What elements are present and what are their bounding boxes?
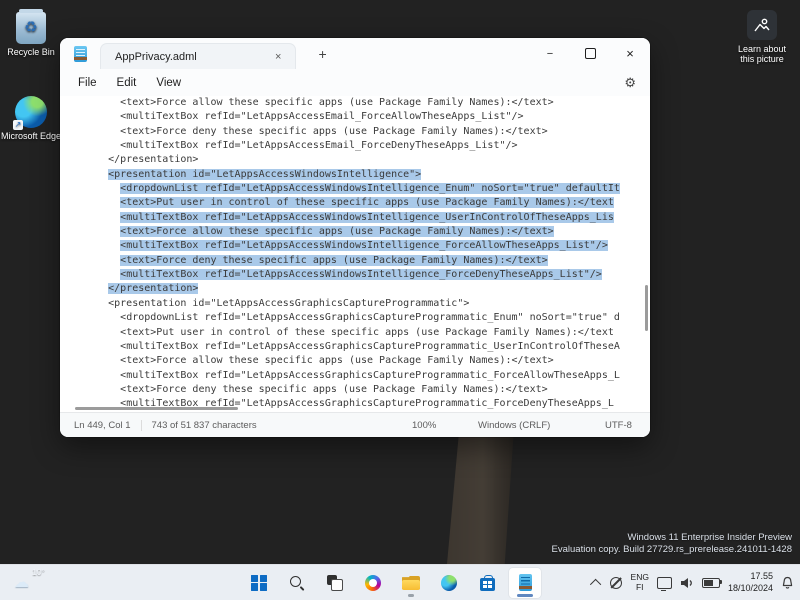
notepad-taskbar-button[interactable]	[509, 568, 541, 598]
learn-label-line2: this picture	[740, 54, 784, 64]
close-button[interactable]: ×	[610, 38, 650, 69]
recycle-bin-icon: ♻	[16, 12, 46, 44]
status-line-ending[interactable]: Windows (CRLF)	[478, 413, 550, 437]
code-line[interactable]: <presentation id="LetAppsAccessWindowsIn…	[72, 168, 644, 182]
task-view-icon	[327, 575, 343, 591]
wallpaper-pier	[293, 428, 561, 565]
language-indicator[interactable]: ENG FI	[631, 573, 649, 593]
running-indicator	[408, 594, 414, 597]
copilot-icon	[365, 575, 381, 591]
code-line[interactable]: <multiTextBox refId="LetAppsAccessEmail_…	[72, 110, 644, 124]
temperature-label: 10°	[32, 567, 45, 577]
clock-date: 18/10/2024	[728, 583, 773, 593]
clock-time: 17.55	[750, 571, 773, 581]
volume-icon[interactable]	[680, 577, 694, 589]
code-line[interactable]: <multiTextBox refId="LetAppsAccessWindow…	[72, 239, 644, 253]
recycle-bin-label: Recycle Bin	[7, 47, 55, 57]
maximize-icon	[585, 48, 596, 59]
language-line2: FI	[636, 582, 644, 592]
task-view-button[interactable]	[319, 568, 351, 598]
vertical-scrollbar[interactable]	[645, 285, 648, 331]
menu-edit[interactable]: Edit	[107, 73, 147, 93]
code-line[interactable]: <text>Force deny these specific apps (us…	[72, 254, 644, 268]
notepad-icon	[519, 574, 532, 591]
text-editor-area[interactable]: <text>Force allow these specific apps (u…	[60, 96, 644, 412]
display-icon[interactable]	[657, 577, 672, 589]
tab-close-icon[interactable]: ×	[271, 50, 285, 64]
new-tab-button[interactable]: +	[310, 44, 334, 64]
status-cursor-position: Ln 449, Col 1	[74, 420, 131, 431]
edge-icon: ↗	[15, 96, 47, 128]
notepad-titlebar[interactable]: AppPrivacy.adml × + − ×	[60, 38, 650, 69]
code-line[interactable]: <text>Force deny these specific apps (us…	[72, 383, 644, 397]
code-line[interactable]: <multiTextBox refId="LetAppsAccessGraphi…	[72, 340, 644, 354]
desktop-icon-learn-about-picture[interactable]: Learn about this picture	[726, 10, 798, 65]
minimize-button[interactable]: −	[530, 38, 570, 69]
status-zoom-level[interactable]: 100%	[412, 413, 436, 437]
learn-label-line1: Learn about	[738, 44, 786, 54]
taskbar: 10° ☁	[0, 564, 800, 600]
watermark-line2: Evaluation copy. Build 27729.rs_prerelea…	[552, 544, 792, 556]
code-line[interactable]: <multiTextBox refId="LetAppsAccessWindow…	[72, 211, 644, 225]
code-line[interactable]: <text>Put user in control of these speci…	[72, 326, 644, 340]
tab-title: AppPrivacy.adml	[115, 51, 245, 63]
notepad-app-icon	[74, 46, 87, 62]
code-line[interactable]: <multiTextBox refId="LetAppsAccessWindow…	[72, 268, 644, 282]
shortcut-arrow-icon: ↗	[13, 120, 23, 130]
edge-label: Microsoft Edge	[1, 131, 61, 141]
cloud-icon: ☁	[14, 573, 29, 591]
desktop: ♻ Recycle Bin ↗ Microsoft Edge Learn abo…	[0, 0, 800, 600]
file-explorer-icon	[402, 576, 420, 590]
code-line[interactable]: <text>Force allow these specific apps (u…	[72, 225, 644, 239]
horizontal-scrollbar[interactable]	[75, 407, 238, 410]
notepad-statusbar: Ln 449, Col 1 743 of 51 837 characters 1…	[60, 412, 650, 437]
active-indicator	[517, 594, 533, 597]
code-line[interactable]: <dropdownList refId="LetAppsAccessWindow…	[72, 182, 644, 196]
tray-chevron-up-icon[interactable]	[589, 578, 600, 589]
status-encoding[interactable]: UTF-8	[605, 413, 632, 437]
status-character-count: 743 of 51 837 characters	[152, 420, 257, 431]
notepad-menubar: File Edit View ⚙	[60, 69, 650, 96]
settings-gear-icon[interactable]: ⚙	[624, 75, 636, 91]
weather-widget[interactable]: 10° ☁	[8, 565, 64, 600]
notepad-window: AppPrivacy.adml × + − × File Edit View ⚙…	[60, 38, 650, 437]
code-line[interactable]: <multiTextBox refId="LetAppsAccessGraphi…	[72, 369, 644, 383]
windows-logo-icon	[251, 575, 267, 591]
file-explorer-button[interactable]	[395, 568, 427, 598]
battery-icon[interactable]	[702, 578, 720, 588]
desktop-icon-recycle-bin[interactable]: ♻ Recycle Bin	[0, 12, 67, 57]
code-line[interactable]: </presentation>	[72, 153, 644, 167]
search-icon	[289, 575, 305, 591]
store-button[interactable]	[471, 568, 503, 598]
edge-taskbar-button[interactable]	[433, 568, 465, 598]
language-line1: ENG	[631, 572, 649, 582]
evaluation-watermark: Windows 11 Enterprise Insider Preview Ev…	[552, 532, 792, 556]
maximize-button[interactable]	[570, 38, 610, 69]
watermark-line1: Windows 11 Enterprise Insider Preview	[552, 532, 792, 544]
no-internet-icon[interactable]	[609, 576, 623, 590]
copilot-button[interactable]	[357, 568, 389, 598]
status-separator	[141, 420, 142, 431]
code-line[interactable]: <text>Force allow these specific apps (u…	[72, 354, 644, 368]
code-line[interactable]: <text>Put user in control of these speci…	[72, 196, 644, 210]
tab-appprivacy-adml[interactable]: AppPrivacy.adml ×	[100, 43, 296, 70]
menu-view[interactable]: View	[146, 73, 191, 93]
code-line[interactable]: <text>Force deny these specific apps (us…	[72, 125, 644, 139]
code-line[interactable]: <multiTextBox refId="LetAppsAccessEmail_…	[72, 139, 644, 153]
menu-file[interactable]: File	[68, 73, 107, 93]
notification-bell-icon[interactable]	[781, 576, 794, 590]
code-line[interactable]: </presentation>	[72, 282, 644, 296]
microsoft-store-icon	[480, 578, 495, 591]
desktop-icon-microsoft-edge[interactable]: ↗ Microsoft Edge	[0, 96, 67, 141]
code-line[interactable]: <presentation id="LetAppsAccessGraphicsC…	[72, 297, 644, 311]
search-button[interactable]	[281, 568, 313, 598]
start-button[interactable]	[243, 568, 275, 598]
edge-icon	[441, 575, 457, 591]
clock[interactable]: 17.55 18/10/2024	[728, 571, 773, 594]
picture-icon	[747, 10, 777, 40]
code-line[interactable]: <text>Force allow these specific apps (u…	[72, 96, 644, 110]
code-line[interactable]: <dropdownList refId="LetAppsAccessGraphi…	[72, 311, 644, 325]
